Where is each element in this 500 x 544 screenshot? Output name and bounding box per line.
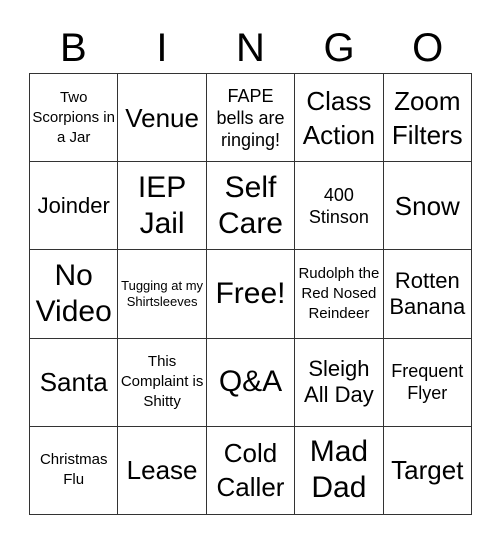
bingo-cell-text: FAPE bells are ringing! — [216, 85, 285, 150]
bingo-board: Two Scorpions in a Jar Venue FAPE bells ar… — [29, 73, 472, 515]
bingo-cell[interactable]: Target — [383, 426, 472, 515]
bingo-cell[interactable]: Lease — [118, 426, 207, 515]
header-letter-o: O — [412, 26, 444, 70]
bingo-cell[interactable]: Cold Caller — [206, 426, 296, 515]
bingo-cell-text: Self Care — [217, 170, 283, 240]
bingo-cell-text: Target — [391, 455, 464, 486]
header-letter-b: B — [59, 26, 87, 70]
bingo-cell[interactable]: 400 Stinson — [295, 162, 384, 251]
header-letter-g: G — [323, 26, 355, 70]
bingo-cell-text: Snow — [394, 190, 460, 221]
bingo-cell-text: Free! — [215, 276, 286, 310]
bingo-cell[interactable]: Tugging at my Shirtsleeves — [118, 250, 207, 339]
bingo-header: B I N G O — [29, 22, 472, 74]
bingo-cell-text: Venue — [125, 102, 199, 133]
bingo-cell[interactable]: Christmas Flu — [30, 426, 119, 515]
bingo-cell-text: 400 Stinson — [308, 184, 369, 227]
bingo-cell[interactable]: Rudolph the Red Nosed Reindeer — [295, 250, 384, 339]
bingo-cell-text: Zoom Filters — [391, 85, 463, 150]
bingo-cell-text: Q&A — [218, 365, 283, 399]
bingo-cell[interactable]: Snow — [383, 162, 472, 251]
bingo-cell[interactable]: Zoom Filters — [383, 74, 472, 163]
bingo-cell[interactable]: Venue — [118, 74, 207, 163]
bingo-cell-text: Frequent Flyer — [391, 361, 464, 404]
bingo-cell-text: Sleigh All Day — [304, 356, 374, 408]
bingo-cell[interactable]: Joinder — [30, 162, 119, 251]
bingo-cell-text: Mad Dad — [309, 435, 369, 505]
bingo-cell-text: Two Scorpions in a Jar — [32, 88, 115, 146]
bingo-cell-text: Christmas Flu — [39, 451, 108, 489]
bingo-cell[interactable]: Sleigh All Day — [295, 338, 384, 427]
bingo-cell[interactable]: Rotten Banana — [383, 250, 472, 339]
bingo-cell[interactable]: Santa — [30, 338, 119, 427]
bingo-cell-text: Santa — [39, 367, 108, 398]
bingo-cell[interactable]: IEP Jail — [118, 162, 207, 251]
bingo-cell-text: Rotten Banana — [389, 267, 466, 319]
bingo-cell[interactable]: Two Scorpions in a Jar — [30, 74, 119, 163]
bingo-cell[interactable]: Self Care — [206, 162, 296, 251]
bingo-cell-text: No Video — [35, 258, 112, 328]
bingo-cell-text: Cold Caller — [216, 438, 285, 503]
bingo-cell[interactable]: FAPE bells are ringing! — [206, 74, 296, 163]
bingo-cell-text: Rudolph the Red Nosed Reindeer — [298, 264, 380, 322]
bingo-cell[interactable]: Q&A — [206, 338, 296, 427]
bingo-cell[interactable]: No Video — [30, 250, 119, 339]
bingo-cell-text: Tugging at my Shirtsleeves — [121, 277, 204, 309]
bingo-cell-text: Joinder — [37, 192, 110, 218]
bingo-cell-text: Lease — [126, 455, 198, 486]
header-letter-i: I — [156, 26, 168, 70]
bingo-cell-text: Class Action — [302, 85, 376, 150]
bingo-cell-text: IEP Jail — [137, 170, 187, 240]
bingo-cell-text: This Complaint is Shitty — [120, 353, 204, 411]
bingo-cell[interactable]: Frequent Flyer — [383, 338, 472, 427]
bingo-cell[interactable]: Class Action — [295, 74, 384, 163]
header-letter-n: N — [236, 26, 265, 70]
bingo-cell[interactable]: Free! — [206, 250, 296, 339]
bingo-cell[interactable]: Mad Dad — [295, 426, 384, 515]
bingo-cell[interactable]: This Complaint is Shitty — [118, 338, 207, 427]
